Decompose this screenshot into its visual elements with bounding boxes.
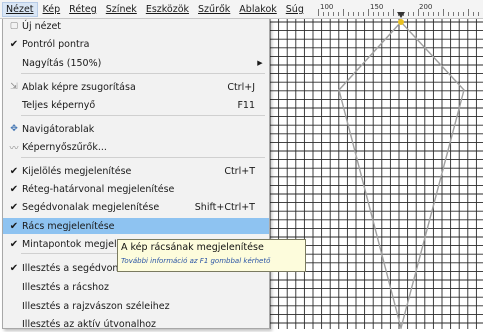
ruler-tick: [363, 12, 364, 16]
ruler-tick: [358, 12, 359, 16]
display-filters-icon: 〰: [9, 143, 19, 154]
view-menu-dropdown: ▢ Új nézet ✔ Pontról pontra Nagyítás (150%) ▶…: [2, 18, 270, 332]
check-icon: ✔: [9, 238, 19, 250]
tooltip-hint: További információ az F1 gombbal kérhető: [121, 257, 271, 265]
menu-item-label: Teljes képernyő: [22, 99, 96, 111]
ruler-tick: [393, 9, 394, 16]
menu-separator: [21, 73, 265, 74]
ruler-tick: [438, 12, 439, 16]
ruler-tick: [453, 12, 454, 16]
navigator-icon: ✥: [10, 124, 18, 134]
menu-item-label: Képernyőszűrők...: [22, 141, 107, 153]
menu-item-label: Illesztés az aktív útvonalhoz: [22, 318, 157, 330]
tooltip-title: A kép rácsának megjelenítése: [121, 242, 264, 253]
menu-separator: [21, 157, 265, 158]
check-icon: ✔: [9, 220, 19, 232]
check-icon: ✔: [9, 262, 19, 274]
ruler-tick: [333, 12, 334, 16]
submenu-arrow-icon: ▶: [257, 59, 263, 67]
ruler-tick: [373, 12, 374, 16]
menu-help[interactable]: Súg: [282, 2, 308, 17]
ruler-tick: [328, 12, 329, 16]
show-selection-item[interactable]: ✔ Kijelölés megjelenítése Ctrl+T: [3, 163, 269, 179]
ruler-tick: [368, 9, 369, 16]
kite-shape-outline: [338, 20, 465, 329]
ruler-position-marker: [397, 12, 405, 18]
menu-item-label: Kijelölés megjelenítése: [22, 165, 132, 177]
display-filters-item[interactable]: 〰 Képernyőszűrők...: [3, 139, 269, 155]
menu-image[interactable]: Kép: [39, 2, 65, 17]
new-view-item[interactable]: ▢ Új nézet: [3, 18, 269, 34]
ruler-tick: [383, 12, 384, 16]
zoom-item[interactable]: Nagyítás (150%) ▶: [3, 55, 269, 71]
menu-item-label: Segédvonalak megjelenítése: [22, 201, 160, 213]
tooltip: A kép rácsának megjelenítése További inf…: [117, 239, 306, 272]
ruler-tick: [388, 12, 389, 16]
menu-item-label: Rács megjelenítése: [22, 220, 115, 232]
horizontal-ruler: 100 150 200: [318, 2, 483, 18]
menu-item-label: Nagyítás (150%): [22, 57, 102, 69]
check-icon: ✔: [9, 201, 19, 213]
anchor-point-icon[interactable]: [398, 19, 404, 25]
ruler-tick: [468, 9, 469, 16]
ruler-label: 200: [419, 3, 433, 11]
menu-item-label: Illesztés a rácshoz: [22, 281, 109, 293]
ruler-tick: [348, 12, 349, 16]
snap-to-canvas-edges-item[interactable]: Illesztés a rajzvászon széleihez: [3, 298, 269, 314]
menu-windows[interactable]: Ablakok: [235, 2, 280, 17]
menu-item-label: Réteg-határvonal megjelenítése: [22, 183, 175, 195]
snap-to-active-path-item[interactable]: Illesztés az aktív útvonalhoz: [3, 316, 269, 332]
ruler-label: 150: [370, 3, 384, 11]
menu-item-shortcut: Shift+Ctrl+T: [194, 201, 255, 213]
menu-view[interactable]: Nézet: [2, 1, 38, 17]
menu-colors[interactable]: Színek: [102, 2, 141, 17]
menu-filters[interactable]: Szűrők: [194, 2, 234, 17]
navigator-item[interactable]: ✥ Navigátorablak: [3, 121, 269, 137]
show-guides-item[interactable]: ✔ Segédvonalak megjelenítése Shift+Ctrl+T: [3, 199, 269, 215]
menu-item-shortcut: Ctrl+J: [227, 81, 255, 93]
ruler-tick: [423, 12, 424, 16]
ruler-tick: [428, 12, 429, 16]
menu-separator: [21, 115, 265, 116]
dot-for-dot-item[interactable]: ✔ Pontról pontra: [3, 36, 269, 52]
ruler-tick: [378, 12, 379, 16]
menu-item-shortcut: F11: [237, 99, 255, 111]
ruler-tick: [353, 12, 354, 16]
new-view-icon: ▢: [9, 21, 19, 31]
ruler-tick: [463, 12, 464, 16]
ruler-tick: [478, 12, 479, 16]
menu-item-label: Navigátorablak: [22, 123, 95, 135]
menu-item-label: Új nézet: [22, 20, 62, 32]
ruler-tick: [413, 12, 414, 16]
shrink-window-icon: ⇲: [10, 82, 18, 92]
ruler-tick: [408, 12, 409, 16]
fullscreen-item[interactable]: Teljes képernyő F11: [3, 97, 269, 113]
ruler-tick: [343, 9, 344, 16]
ruler-tick: [318, 9, 319, 16]
menu-tools[interactable]: Eszközök: [142, 2, 193, 17]
check-icon: ✔: [9, 38, 19, 50]
shrink-wrap-item[interactable]: ⇲ Ablak képre zsugorítása Ctrl+J: [3, 79, 269, 95]
menu-item-label: Ablak képre zsugorítása: [22, 81, 136, 93]
menu-item-label: Illesztés a rajzvászon széleihez: [22, 300, 170, 312]
show-layer-boundary-item[interactable]: ✔ Réteg-határvonal megjelenítése: [3, 181, 269, 197]
snap-to-grid-item[interactable]: Illesztés a rácshoz: [3, 279, 269, 295]
check-icon: ✔: [9, 165, 19, 177]
check-icon: ✔: [9, 183, 19, 195]
ruler-tick: [338, 12, 339, 16]
menu-item-label: Pontról pontra: [22, 38, 90, 50]
ruler-tick: [448, 12, 449, 16]
menu-item-shortcut: Ctrl+T: [224, 165, 255, 177]
ruler-tick: [323, 12, 324, 16]
ruler-tick: [433, 12, 434, 16]
ruler-tick: [443, 9, 444, 16]
ruler-label: 100: [320, 3, 334, 11]
show-grid-item[interactable]: ✔ Rács megjelenítése: [3, 218, 269, 234]
ruler-tick: [458, 12, 459, 16]
ruler-tick: [473, 12, 474, 16]
menu-layer[interactable]: Réteg: [65, 2, 101, 17]
